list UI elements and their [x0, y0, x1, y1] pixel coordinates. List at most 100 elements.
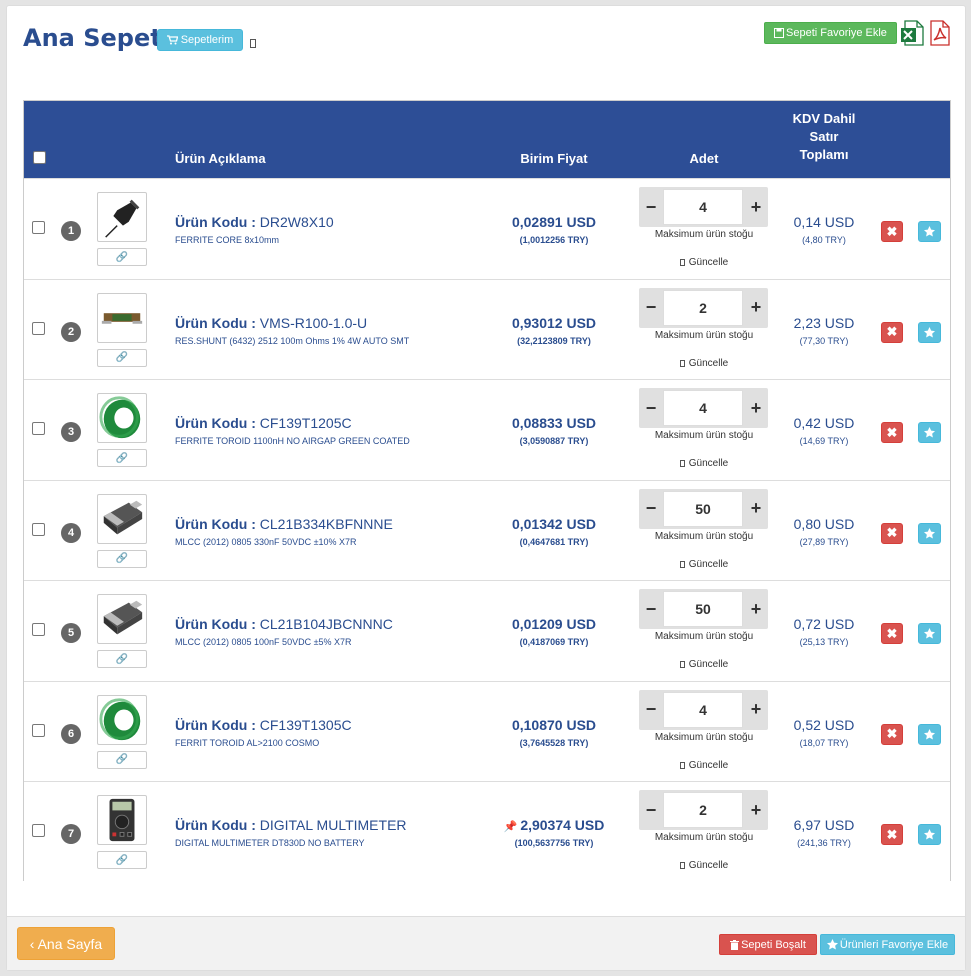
decrease-quantity-button[interactable]: −	[639, 187, 663, 227]
table-row: 6 🔗 Ürün Kodu : CF139T1305C FERRIT TOROI…	[24, 680, 950, 781]
select-all-checkbox[interactable]	[33, 151, 46, 164]
add-all-favorite-button[interactable]: Ürünleri Favoriye Ekle	[820, 934, 955, 955]
decrease-quantity-button[interactable]: −	[639, 690, 663, 730]
increase-quantity-button[interactable]: +	[744, 690, 768, 730]
decrease-quantity-button[interactable]: −	[639, 589, 663, 629]
line-total-try: (14,69 TRY)	[799, 436, 849, 446]
refresh-icon	[679, 359, 685, 367]
max-stock-note: Maksimum ürün stoğu	[654, 229, 754, 240]
add-item-favorite-button[interactable]	[918, 221, 941, 242]
quantity-input[interactable]	[663, 189, 743, 225]
remove-item-button[interactable]: ✖	[881, 824, 903, 845]
refresh-icon	[679, 460, 685, 467]
update-quantity-link[interactable]: Güncelle	[629, 559, 779, 570]
product-thumbnail[interactable]	[97, 192, 147, 242]
row-checkbox[interactable]	[32, 623, 45, 636]
add-item-favorite-button[interactable]	[918, 623, 941, 644]
remove-item-button[interactable]: ✖	[881, 422, 903, 443]
row-number-badge: 4	[61, 522, 81, 543]
product-link-button[interactable]: 🔗	[97, 348, 147, 367]
unit-price-try: (0,4187069 TRY)	[519, 637, 589, 647]
close-icon: ✖	[886, 826, 898, 842]
add-item-favorite-button[interactable]	[918, 824, 941, 845]
product-description: MLCC (2012) 0805 100nF 50VDC ±5% X7R	[175, 637, 352, 647]
increase-quantity-button[interactable]: +	[744, 288, 768, 328]
quantity-input[interactable]	[663, 792, 743, 828]
unit-price-try: (100,5637756 TRY)	[514, 838, 594, 848]
add-cart-favorite-button[interactable]: Sepeti Favoriye Ekle	[764, 22, 897, 44]
add-all-favorite-label: Ürünleri Favoriye Ekle	[839, 938, 949, 951]
remove-item-button[interactable]: ✖	[881, 221, 903, 242]
unit-price: 0,01209 USD	[484, 616, 624, 632]
star-icon	[924, 829, 935, 840]
product-thumbnail[interactable]	[97, 795, 147, 845]
remove-item-button[interactable]: ✖	[881, 723, 903, 745]
row-checkbox[interactable]	[32, 422, 45, 435]
remove-item-button[interactable]: ✖	[881, 623, 903, 644]
increase-quantity-button[interactable]: +	[744, 187, 768, 227]
product-link-button[interactable]: 🔗	[97, 851, 147, 869]
quantity-input[interactable]	[663, 591, 743, 627]
increase-quantity-button[interactable]: +	[744, 489, 768, 529]
product-link-button[interactable]: 🔗	[97, 650, 147, 668]
cart-panel: Ana Sepet Sepetlerim Sepeti Favoriye Ekl…	[6, 5, 966, 971]
product-link-button[interactable]: 🔗	[97, 248, 147, 266]
quantity-input[interactable]	[663, 289, 743, 326]
increase-quantity-button[interactable]: +	[744, 589, 768, 629]
unit-price-value: 0,10870 USD	[511, 716, 597, 733]
pin-icon: 📌	[503, 821, 518, 833]
product-link-button[interactable]: 🔗	[97, 449, 147, 467]
refresh-icon	[679, 862, 685, 869]
update-quantity-link[interactable]: Güncelle	[629, 358, 779, 369]
update-label: Güncelle	[688, 257, 729, 268]
update-quantity-link[interactable]: Güncelle	[629, 860, 779, 871]
row-number-badge: 2	[61, 321, 81, 342]
add-item-favorite-button[interactable]	[918, 422, 941, 443]
add-item-favorite-button[interactable]	[918, 321, 941, 343]
update-label: Güncelle	[688, 458, 729, 469]
my-carts-button[interactable]: Sepetlerim	[157, 29, 243, 51]
max-stock-note: Maksimum ürün stoğu	[654, 530, 754, 542]
product-thumbnail[interactable]	[97, 292, 147, 343]
row-checkbox[interactable]	[32, 824, 45, 837]
decrease-quantity-button[interactable]: −	[639, 790, 663, 830]
quantity-input[interactable]	[663, 390, 743, 426]
link-icon: 🔗	[115, 653, 129, 665]
update-label: Güncelle	[688, 759, 729, 771]
decrease-quantity-button[interactable]: −	[639, 388, 663, 428]
update-quantity-link[interactable]: Güncelle	[629, 760, 779, 771]
add-item-favorite-button[interactable]	[918, 723, 941, 745]
max-stock-note: Maksimum ürün stoğu	[654, 731, 754, 743]
row-checkbox[interactable]	[32, 723, 45, 737]
increase-quantity-button[interactable]: +	[744, 790, 768, 830]
unit-price-try: (3,0590887 TRY)	[519, 436, 589, 446]
product-link-button[interactable]: 🔗	[97, 750, 147, 769]
product-thumbnail[interactable]	[97, 493, 147, 544]
remove-item-button[interactable]: ✖	[881, 522, 903, 544]
empty-cart-button[interactable]: Sepeti Boşalt	[719, 934, 817, 955]
product-thumbnail[interactable]	[97, 393, 147, 443]
excel-export-icon[interactable]	[901, 20, 925, 46]
row-checkbox[interactable]	[32, 321, 45, 335]
table-row: 5 🔗 Ürün Kodu : CL21B104JBCNNNC MLCC (20…	[24, 580, 950, 680]
home-button[interactable]: ‹ Ana Sayfa	[17, 927, 115, 960]
increase-quantity-button[interactable]: +	[744, 388, 768, 428]
refresh-icon	[679, 560, 685, 568]
pdf-export-icon[interactable]	[929, 20, 951, 46]
update-quantity-link[interactable]: Güncelle	[629, 458, 779, 469]
decrease-quantity-button[interactable]: −	[639, 288, 663, 328]
update-quantity-link[interactable]: Güncelle	[629, 659, 779, 670]
star-icon	[924, 527, 935, 539]
update-quantity-link[interactable]: Güncelle	[629, 257, 779, 268]
decrease-quantity-button[interactable]: −	[639, 489, 663, 529]
product-thumbnail[interactable]	[97, 594, 147, 644]
product-thumbnail[interactable]	[97, 694, 147, 745]
header-unit-price: Birim Fiyat	[520, 151, 588, 166]
quantity-input[interactable]	[663, 691, 743, 728]
remove-item-button[interactable]: ✖	[881, 321, 903, 343]
row-checkbox[interactable]	[32, 221, 45, 234]
product-link-button[interactable]: 🔗	[97, 549, 147, 568]
quantity-input[interactable]	[663, 490, 743, 527]
add-item-favorite-button[interactable]	[918, 522, 941, 544]
row-checkbox[interactable]	[32, 522, 45, 536]
